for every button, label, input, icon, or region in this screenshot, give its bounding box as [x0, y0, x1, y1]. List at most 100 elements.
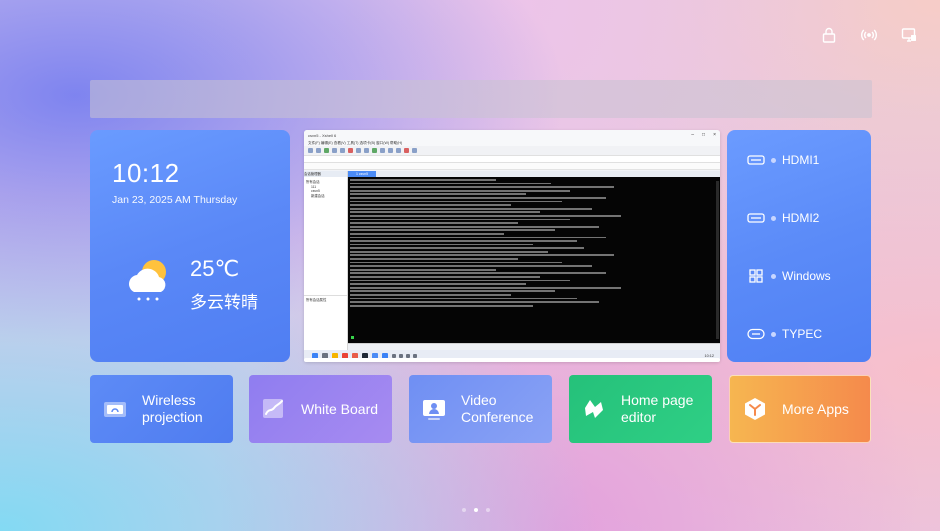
terminal-line	[350, 247, 585, 250]
home-page-editor-button[interactable]: Home page editor	[569, 375, 712, 443]
terminal-line	[350, 254, 614, 257]
terminal-line	[350, 290, 555, 293]
page-dot[interactable]	[486, 508, 490, 512]
tile-label: More Apps	[782, 400, 849, 417]
hdmi-icon	[747, 153, 765, 167]
terminal-line	[350, 211, 541, 214]
page-dot[interactable]	[462, 508, 466, 512]
wireless-projection-icon	[102, 396, 128, 422]
source-label: HDMI2	[782, 211, 820, 225]
preview-props-panel: 所有会话属性	[304, 295, 347, 305]
preview-scroll-indicator	[304, 358, 720, 362]
weather-temperature: 25℃	[190, 256, 240, 281]
terminal-line	[350, 225, 599, 228]
lock-icon[interactable]	[820, 26, 838, 44]
terminal-line	[350, 200, 563, 203]
source-status-dot	[771, 157, 776, 163]
terminal-line	[350, 229, 555, 232]
source-label: TYPEC	[782, 327, 823, 341]
partly-cloudy-rain-icon	[124, 254, 178, 306]
terminal-line	[350, 250, 548, 253]
source-label: HDMI1	[782, 153, 820, 167]
terminal-line	[350, 222, 519, 224]
close-icon: ×	[713, 132, 716, 138]
source-hdmi2[interactable]: HDMI2	[747, 208, 819, 228]
terminal-line	[350, 276, 541, 278]
terminal-line	[350, 294, 512, 296]
wireless-signal-icon[interactable]	[860, 26, 878, 44]
source-hdmi1[interactable]: HDMI1	[747, 150, 819, 170]
source-label: Windows	[782, 269, 831, 283]
terminal-line	[350, 207, 592, 210]
terminal-line	[350, 232, 504, 235]
source-status-dot	[771, 331, 776, 337]
more-apps-button[interactable]: More Apps	[729, 375, 871, 443]
tile-label: Wireless projection	[142, 392, 203, 425]
terminal-line	[350, 218, 570, 221]
terminal-line	[350, 243, 533, 246]
terminal-line	[350, 286, 621, 289]
tile-label: White Board	[301, 400, 379, 417]
clock-date: Jan 23, 2025 AM Thursday	[112, 194, 238, 206]
screen-share-icon[interactable]	[900, 26, 918, 44]
terminal-line	[350, 297, 577, 300]
clock-weather-card[interactable]: 10:12 Jan 23, 2025 AM Thursday 25℃ 多云转晴	[90, 130, 290, 362]
terminal-line	[350, 193, 526, 196]
preview-window-title: csvn5 - Xshell 6	[308, 132, 337, 138]
more-apps-icon	[742, 396, 768, 422]
preview-title-bar: csvn5 - Xshell 6 – □ ×	[304, 130, 720, 140]
maximize-icon: □	[702, 132, 706, 138]
preview-props-title: 所有会话属性	[306, 298, 327, 302]
terminal-cursor	[351, 336, 354, 339]
terminal-line	[350, 204, 512, 206]
video-conference-icon	[421, 396, 447, 422]
terminal-line	[350, 283, 526, 286]
terminal-line	[350, 268, 497, 271]
preview-hint-bar	[304, 163, 720, 170]
page-dot-active[interactable]	[474, 508, 478, 512]
screen-preview[interactable]: csvn5 - Xshell 6 – □ × 文件(F) 编辑(E) 查看(V) 工…	[304, 130, 720, 362]
terminal-line	[350, 196, 607, 199]
terminal-line	[350, 279, 570, 282]
page-indicator	[462, 508, 490, 512]
source-status-dot	[771, 215, 776, 221]
source-status-dot	[771, 273, 776, 279]
windows-icon	[747, 269, 765, 283]
terminal-line	[350, 272, 607, 275]
preview-session-title: 会话管理器	[304, 171, 347, 177]
terminal-line	[350, 301, 599, 303]
preview-session-item: 新建会话	[311, 193, 325, 198]
terminal-line	[350, 265, 592, 268]
white-board-button[interactable]: White Board	[249, 375, 392, 443]
terminal-line	[350, 189, 570, 192]
home-editor-icon	[581, 396, 607, 422]
preview-status-bar	[348, 343, 720, 350]
clock-time: 10:12	[112, 158, 180, 188]
status-bar	[820, 26, 918, 44]
source-typec[interactable]: TYPEC	[747, 324, 822, 344]
terminal-line	[350, 182, 552, 185]
terminal-line	[350, 236, 607, 239]
terminal-line	[350, 304, 533, 307]
minimize-icon: –	[691, 132, 695, 138]
preview-session-panel: 会话管理器 所有会话 111 csvn5 新建会话 所有会话属性	[304, 171, 348, 350]
typec-icon	[747, 327, 765, 341]
banner-strip[interactable]	[90, 80, 872, 118]
terminal-line	[350, 214, 621, 217]
whiteboard-icon	[261, 396, 287, 422]
wireless-projection-button[interactable]: Wireless projection	[90, 375, 233, 443]
terminal-line	[350, 186, 614, 188]
terminal-line	[350, 179, 497, 181]
video-conference-button[interactable]: Video Conference	[409, 375, 552, 443]
preview-toolbar	[304, 146, 720, 155]
terminal-line	[350, 261, 563, 264]
terminal-line	[350, 240, 577, 242]
terminal-line	[350, 258, 519, 260]
input-sources-card: HDMI1 HDMI2 Windows TYPEC	[727, 130, 871, 362]
weather-description: 多云转晴	[190, 293, 258, 312]
preview-address-bar	[304, 155, 720, 163]
hdmi-icon	[747, 211, 765, 225]
tile-label: Home page editor	[621, 392, 694, 425]
preview-terminal	[348, 177, 720, 343]
source-windows[interactable]: Windows	[747, 266, 831, 286]
